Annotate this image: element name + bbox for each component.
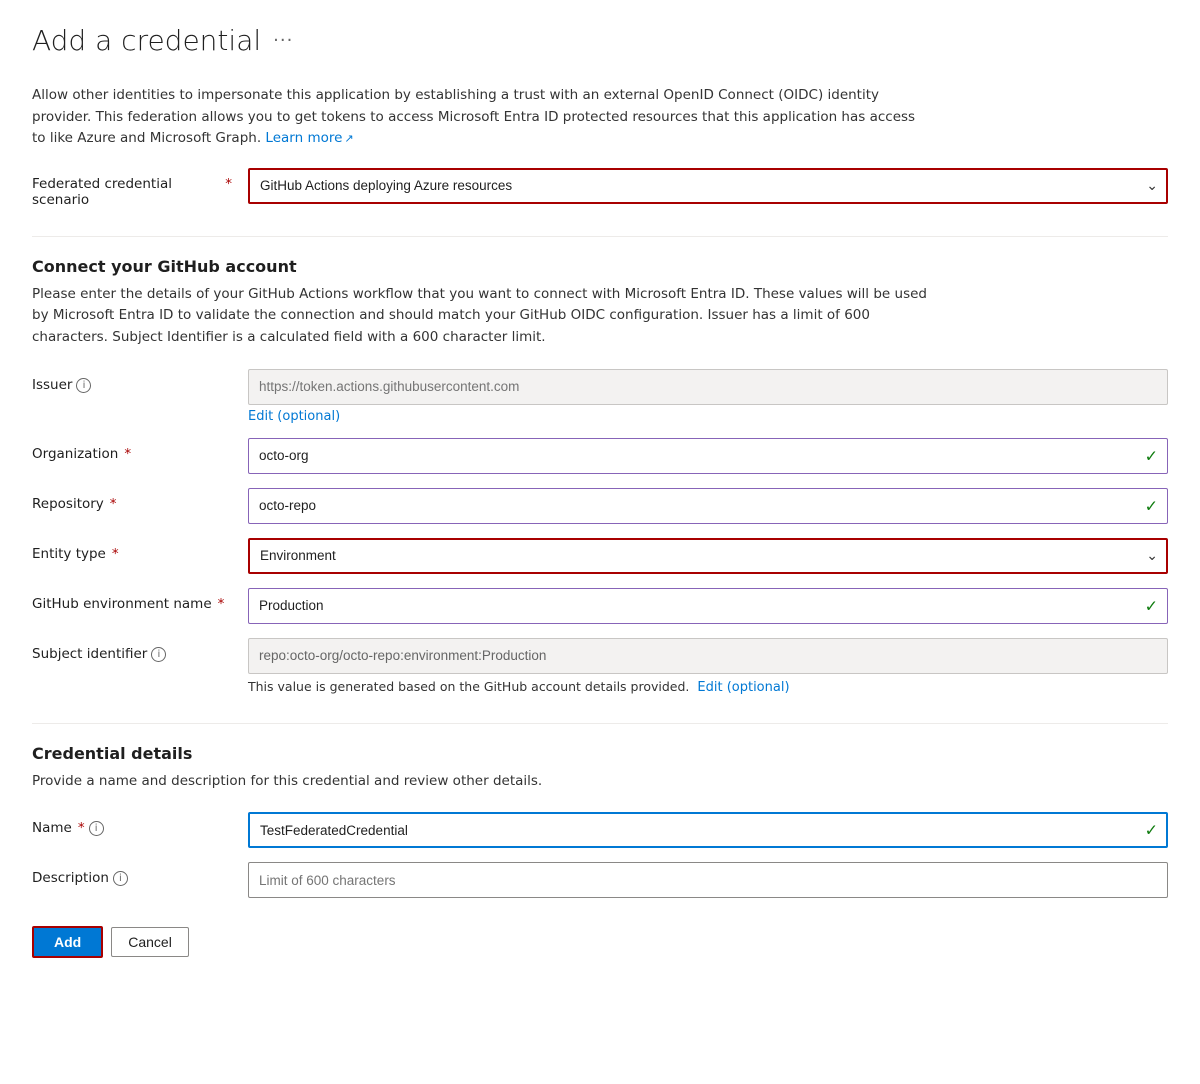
subject-id-label: Subject identifier i <box>32 638 232 662</box>
checkmark-icon: ✓ <box>1145 821 1158 840</box>
scenario-section: Federated credential scenario * GitHub A… <box>32 168 1168 208</box>
checkmark-icon: ✓ <box>1145 596 1158 615</box>
checkmark-icon: ✓ <box>1145 446 1158 465</box>
name-label: Name * i <box>32 812 232 836</box>
issuer-control: Edit (optional) <box>248 369 1168 424</box>
name-row: Name * i ✓ <box>32 812 1168 848</box>
scenario-control: GitHub Actions deploying Azure resources… <box>248 168 1168 204</box>
repository-label: Repository * <box>32 488 232 512</box>
github-env-label: GitHub environment name * <box>32 588 232 612</box>
github-env-control: ✓ <box>248 588 1168 624</box>
required-indicator: * <box>110 496 117 512</box>
credential-section-heading: Credential details <box>32 744 1168 763</box>
github-section: Connect your GitHub account Please enter… <box>32 257 1168 695</box>
description-input[interactable] <box>248 862 1168 898</box>
subject-edit-link[interactable]: Edit (optional) <box>697 680 789 695</box>
subject-info-icon[interactable]: i <box>151 647 166 662</box>
required-indicator: * <box>225 176 232 192</box>
section-divider-2 <box>32 723 1168 724</box>
page-title: Add a credential <box>32 24 261 57</box>
organization-row: Organization * ✓ <box>32 438 1168 474</box>
action-buttons: Add Cancel <box>32 926 1168 958</box>
issuer-input <box>248 369 1168 405</box>
github-env-row: GitHub environment name * ✓ <box>32 588 1168 624</box>
organization-label: Organization * <box>32 438 232 462</box>
page-header: Add a credential ··· <box>32 24 1168 57</box>
description-row: Description i <box>32 862 1168 898</box>
required-indicator: * <box>124 446 131 462</box>
cancel-button[interactable]: Cancel <box>111 927 189 957</box>
subject-id-control: This value is generated based on the Git… <box>248 638 1168 695</box>
checkmark-icon: ✓ <box>1145 496 1158 515</box>
required-indicator: * <box>112 546 119 562</box>
scenario-select[interactable]: GitHub Actions deploying Azure resources <box>248 168 1168 204</box>
external-link-icon: ↗ <box>344 132 353 145</box>
description-info-icon[interactable]: i <box>113 871 128 886</box>
entity-type-label: Entity type * <box>32 538 232 562</box>
description-label: Description i <box>32 862 232 886</box>
entity-type-control: Environment Branch Tag Pull request ⌄ <box>248 538 1168 574</box>
github-section-desc: Please enter the details of your GitHub … <box>32 284 932 349</box>
issuer-label: Issuer i <box>32 369 232 393</box>
required-indicator: * <box>218 596 225 612</box>
subject-id-row: Subject identifier i This value is gener… <box>32 638 1168 695</box>
entity-type-row: Entity type * Environment Branch Tag Pul… <box>32 538 1168 574</box>
intro-description: Allow other identities to impersonate th… <box>32 85 932 150</box>
subject-id-input <box>248 638 1168 674</box>
description-control <box>248 862 1168 898</box>
scenario-label: Federated credential scenario * <box>32 168 232 208</box>
credential-section: Credential details Provide a name and de… <box>32 744 1168 899</box>
github-env-input[interactable] <box>248 588 1168 624</box>
organization-input[interactable] <box>248 438 1168 474</box>
entity-type-select[interactable]: Environment Branch Tag Pull request <box>248 538 1168 574</box>
more-options-icon[interactable]: ··· <box>273 30 293 51</box>
issuer-info-icon[interactable]: i <box>76 378 91 393</box>
add-button[interactable]: Add <box>32 926 103 958</box>
scenario-row: Federated credential scenario * GitHub A… <box>32 168 1168 208</box>
section-divider <box>32 236 1168 237</box>
required-indicator: * <box>78 820 85 836</box>
repository-input[interactable] <box>248 488 1168 524</box>
name-input[interactable] <box>248 812 1168 848</box>
issuer-row: Issuer i Edit (optional) <box>32 369 1168 424</box>
subject-generated-text: This value is generated based on the Git… <box>248 679 1168 695</box>
name-info-icon[interactable]: i <box>89 821 104 836</box>
learn-more-link[interactable]: Learn more↗ <box>265 130 353 146</box>
repository-row: Repository * ✓ <box>32 488 1168 524</box>
repository-control: ✓ <box>248 488 1168 524</box>
name-control: ✓ <box>248 812 1168 848</box>
organization-control: ✓ <box>248 438 1168 474</box>
github-section-heading: Connect your GitHub account <box>32 257 1168 276</box>
credential-section-desc: Provide a name and description for this … <box>32 771 932 793</box>
issuer-edit-link[interactable]: Edit (optional) <box>248 409 340 424</box>
